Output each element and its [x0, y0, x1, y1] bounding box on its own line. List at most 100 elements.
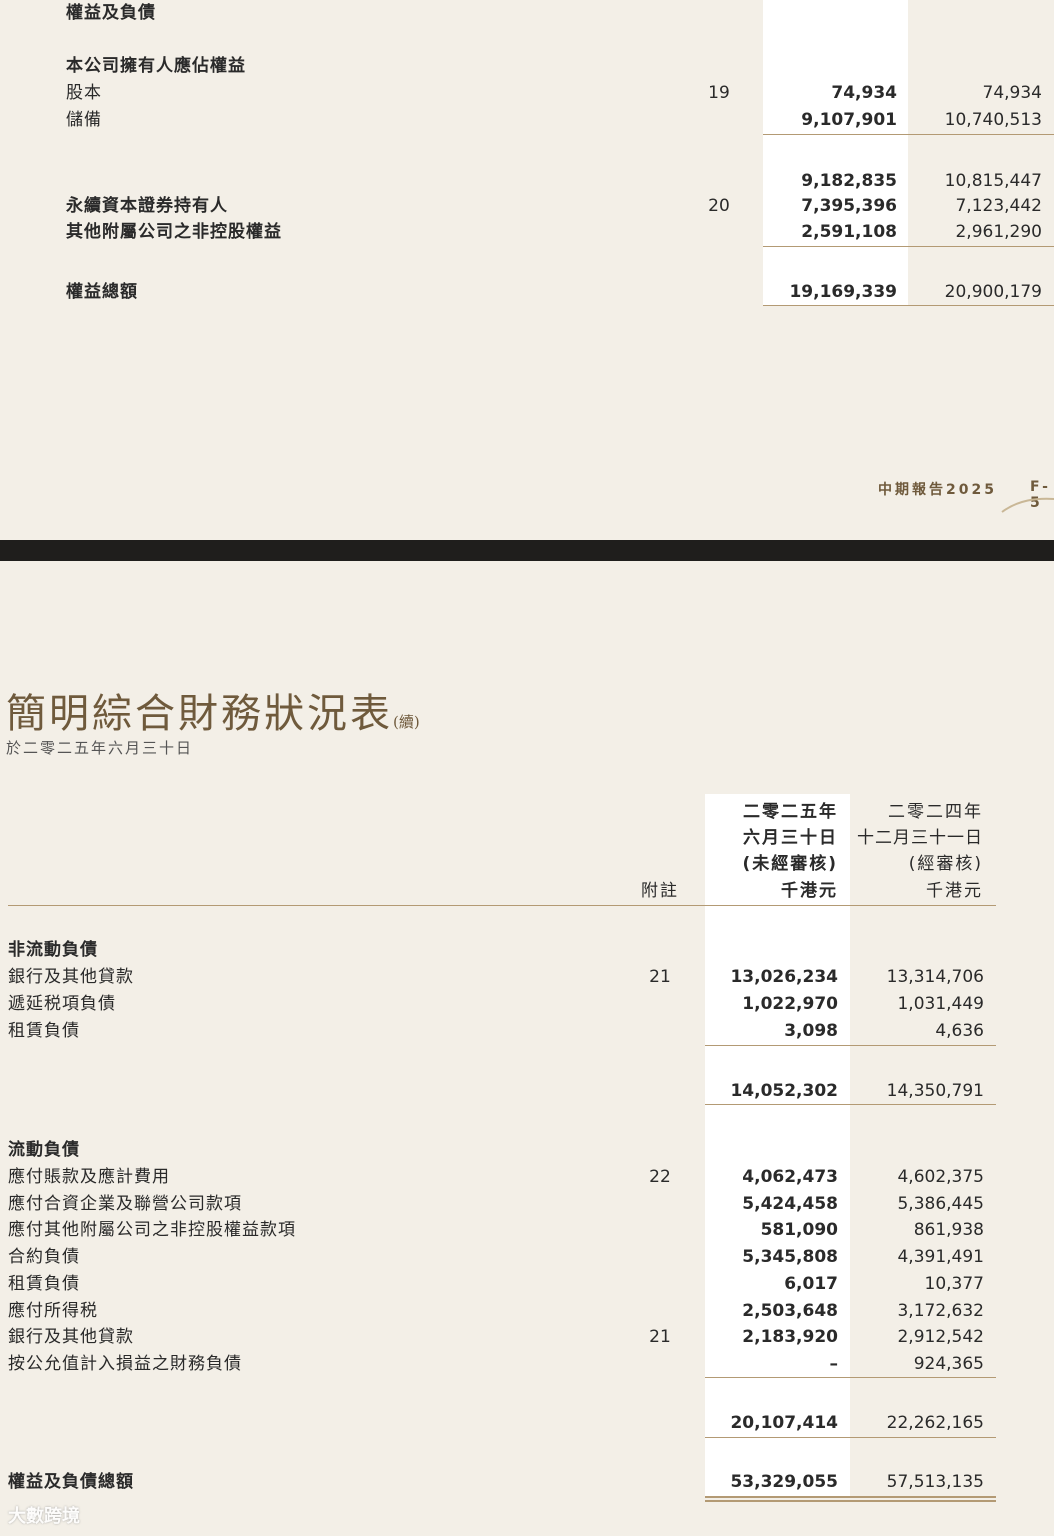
line-item-row: 租賃負債 3,098 4,636 [0, 1018, 1054, 1044]
line-item-note: 20 [708, 196, 730, 216]
line-item-row: 應付其他附屬公司之非控股權益款項 581,090 861,938 [0, 1217, 1054, 1243]
line-item-row: 銀行及其他貸款 21 13,026,234 13,314,706 [0, 964, 1054, 990]
rule-line [763, 134, 1054, 135]
line-item-note: 21 [649, 1327, 671, 1348]
line-item-prior-value: 4,636 [935, 1021, 984, 1041]
header-rule [8, 905, 996, 906]
current-total-prior: 22,262,165 [886, 1413, 984, 1433]
noncurrent-section-title: 非流動負債 [8, 940, 98, 960]
line-item-label: 租賃負債 [8, 1273, 80, 1294]
line-item-current-value: 5,424,458 [742, 1193, 838, 1214]
noncurrent-total-current: 14,052,302 [730, 1081, 838, 1101]
line-item-label: 應付賬款及應計費用 [8, 1167, 170, 1187]
col1-header-audit: (未經審核) [742, 854, 838, 874]
line-item-current-value: 581,090 [760, 1220, 838, 1241]
line-item-current-value: 9,107,901 [801, 110, 897, 130]
noncurrent-total-prior: 14,350,791 [886, 1081, 984, 1101]
line-item-prior-value: 10,740,513 [944, 110, 1042, 130]
col1-header-year: 二零二五年 [743, 802, 838, 822]
line-item-prior-value: 1,031,449 [897, 994, 984, 1014]
line-item-prior-value: 5,386,445 [897, 1193, 984, 1214]
line-item-prior-value: 4,391,491 [897, 1247, 984, 1268]
section-title: 權益及負債 [66, 3, 156, 23]
line-item-row: 按公允值計入損益之財務負債 – 924,365 [0, 1351, 1054, 1377]
line-item-prior-value: 10,377 [924, 1273, 984, 1294]
subtotal-current: 9,182,835 [801, 171, 897, 191]
current-title-row: 流動負債 [0, 1137, 1054, 1163]
line-item-prior-value: 3,172,632 [897, 1300, 984, 1321]
line-item-label: 股本 [66, 83, 102, 103]
current-total-row: 20,107,414 22,262,165 [0, 1410, 1054, 1436]
col1-header-date: 六月三十日 [743, 828, 838, 848]
line-item-current-value: 4,062,473 [742, 1167, 838, 1187]
line-item-label: 儲備 [66, 110, 102, 130]
line-item-note: 21 [649, 967, 671, 987]
rule-line [705, 1045, 996, 1046]
col2-header-year: 二零二四年 [888, 802, 983, 822]
line-item-prior-value: 924,365 [913, 1353, 984, 1374]
rule-line [763, 246, 1054, 247]
current-period-column-shade [763, 0, 908, 306]
line-item-row: 遞延税項負債 1,022,970 1,031,449 [0, 991, 1054, 1017]
line-item-prior-value: 7,123,442 [955, 196, 1042, 216]
line-item-row: 合約負債 5,345,808 4,391,491 [0, 1244, 1054, 1270]
line-item-label: 應付所得税 [8, 1300, 98, 1321]
col2-header-date: 十二月三十一日 [857, 828, 983, 848]
grand-total-row: 權益及負債總額 53,329,055 57,513,135 [0, 1469, 1054, 1495]
line-item-current-value: 13,026,234 [730, 967, 838, 987]
noncurrent-title-row: 非流動負債 [0, 937, 1054, 963]
subsection-title: 本公司擁有人應佔權益 [66, 56, 246, 76]
line-item-row: 其他附屬公司之非控股權益 2,591,108 2,961,290 [0, 219, 1054, 245]
line-item-row: 應付合資企業及聯營公司款項 5,424,458 5,386,445 [0, 1191, 1054, 1217]
page-title: 簡明綜合財務狀況表(續) [6, 681, 420, 739]
line-item-row: 應付賬款及應計費用 22 4,062,473 4,602,375 [0, 1164, 1054, 1190]
line-item-label: 遞延税項負債 [8, 994, 116, 1014]
subsection-title-row: 本公司擁有人應佔權益 [0, 53, 1054, 79]
line-item-label: 按公允值計入損益之財務負債 [8, 1353, 242, 1374]
line-item-current-value: 6,017 [784, 1273, 838, 1294]
noncurrent-total-row: 14,052,302 14,350,791 [0, 1078, 1054, 1104]
line-item-note: 22 [649, 1167, 671, 1187]
line-item-current-value: – [829, 1353, 839, 1374]
rule-line [763, 305, 1054, 306]
rule-line [705, 1437, 996, 1438]
grand-total-label: 權益及負債總額 [8, 1472, 134, 1492]
line-item-label: 永續資本證券持有人 [66, 196, 228, 216]
page-divider [0, 540, 1054, 561]
line-item-label: 應付合資企業及聯營公司款項 [8, 1193, 242, 1214]
line-item-row: 應付所得税 2,503,648 3,172,632 [0, 1298, 1054, 1324]
col2-header-unit: 千港元 [926, 881, 983, 901]
line-item-label: 銀行及其他貸款 [8, 967, 134, 987]
swoosh-decoration-icon [1001, 497, 1054, 513]
subtotal-row: 9,182,835 10,815,447 [0, 168, 1054, 194]
line-item-label: 應付其他附屬公司之非控股權益款項 [8, 1220, 296, 1241]
line-item-current-value: 2,183,920 [742, 1327, 838, 1348]
subtotal-prior: 10,815,447 [944, 171, 1042, 191]
total-equity-current: 19,169,339 [789, 282, 897, 302]
line-item-current-value: 7,395,396 [801, 196, 897, 216]
page-title-text: 簡明綜合財務狀況表 [6, 691, 393, 737]
total-equity-prior: 20,900,179 [944, 282, 1042, 302]
bottom-page: 簡明綜合財務狀況表(續) 於二零二五年六月三十日 二零二五年 六月三十日 (未經… [0, 561, 1054, 1536]
grand-total-prior: 57,513,135 [886, 1472, 984, 1492]
line-item-row: 股本 19 74,934 74,934 [0, 80, 1054, 106]
double-rule-bottom [705, 1500, 996, 1502]
total-equity-row: 權益總額 19,169,339 20,900,179 [0, 279, 1054, 305]
double-rule-top [705, 1496, 996, 1498]
line-item-label: 其他附屬公司之非控股權益 [66, 222, 282, 242]
footer-report-name: 中期報告2025 [878, 482, 997, 498]
line-item-prior-value: 2,961,290 [955, 222, 1042, 242]
line-item-prior-value: 13,314,706 [886, 967, 984, 987]
grand-total-current: 53,329,055 [730, 1472, 838, 1492]
line-item-label: 銀行及其他貸款 [8, 1327, 134, 1348]
line-item-current-value: 74,934 [831, 83, 897, 103]
line-item-prior-value: 4,602,375 [897, 1167, 984, 1187]
note-column-header: 附註 [641, 881, 679, 901]
page-title-suffix: (續) [393, 713, 420, 731]
line-item-prior-value: 861,938 [913, 1220, 984, 1241]
line-item-current-value: 2,591,108 [801, 222, 897, 242]
current-section-title: 流動負債 [8, 1140, 80, 1160]
total-equity-label: 權益總額 [66, 282, 138, 302]
rule-line [705, 1104, 996, 1105]
col2-header-audit: (經審核) [908, 854, 983, 874]
